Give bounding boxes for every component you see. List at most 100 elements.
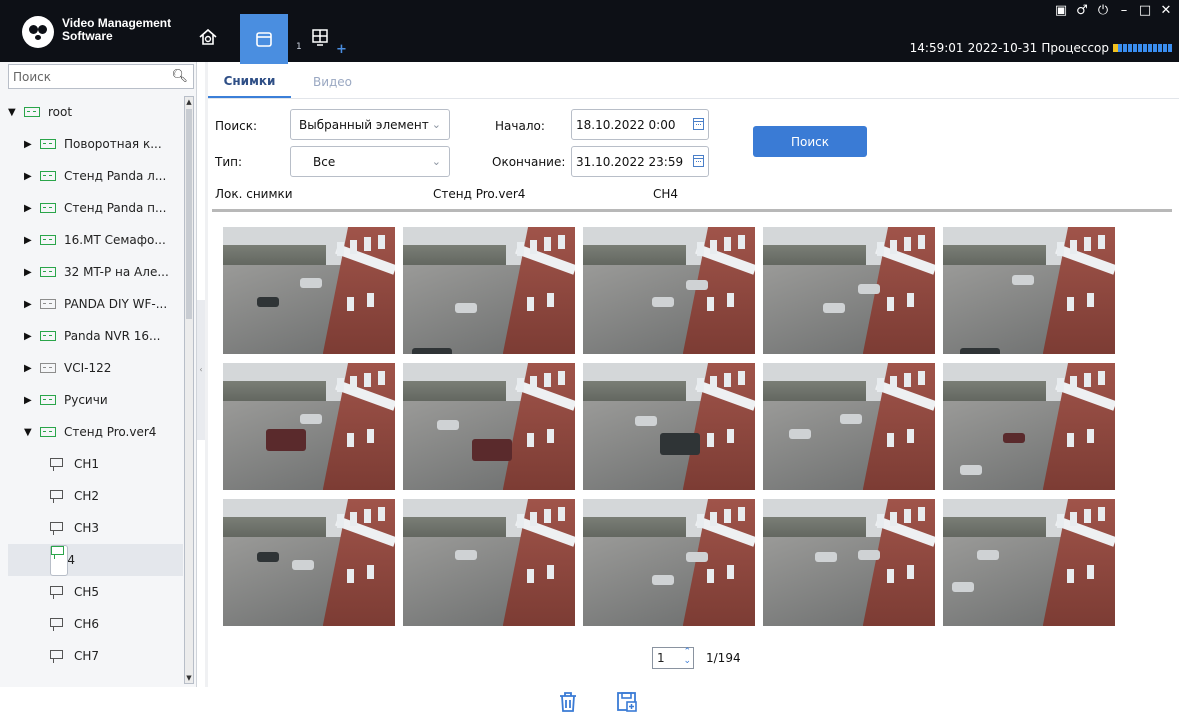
tree-device-item[interactable]: ▶ 16.MT Семафо... (8, 224, 183, 256)
playback-button[interactable] (240, 14, 288, 64)
snapshot-thumbnail[interactable] (223, 227, 395, 354)
tree-item-label: Стенд Panda п... (64, 201, 167, 215)
expand-arrow-icon[interactable]: ▶ (24, 331, 34, 342)
tree-item-label: CH6 (74, 617, 100, 631)
cpu-label: Процессор (1041, 41, 1109, 55)
snapshot-thumbnail[interactable] (403, 363, 575, 490)
save-icon (617, 692, 637, 712)
type-value: Все (313, 154, 336, 169)
search-scope-value: Выбранный элемент (299, 117, 429, 132)
tree-device-item[interactable]: ▼ Стенд Pro.ver4 (8, 416, 183, 448)
tree-item-label: Panda NVR 16... (64, 329, 161, 343)
tree-device-item[interactable]: ▶ Стенд Panda п... (8, 192, 183, 224)
tree-channel-item[interactable]: CH6 (8, 608, 183, 640)
snapshot-thumbnail[interactable] (223, 363, 395, 490)
device-tree: ▼ root ▶ Поворотная к... ▶ Стенд Panda л... ▶ С… (8, 96, 183, 686)
tree-device-item[interactable]: ▶ Стенд Panda л... (8, 160, 183, 192)
snapshot-thumbnail[interactable] (943, 363, 1115, 490)
device-icon (40, 139, 56, 149)
tree-channel-item[interactable]: CH2 (8, 480, 183, 512)
snapshot-thumbnail[interactable] (403, 499, 575, 626)
type-label: Тип: (215, 155, 243, 169)
add-view-button[interactable]: + (336, 42, 347, 57)
snapshot-thumbnail[interactable] (763, 363, 935, 490)
result-source: Лок. снимки (215, 187, 293, 201)
snapshot-thumbnail[interactable] (943, 227, 1115, 354)
snapshot-thumbnail[interactable] (583, 363, 755, 490)
scroll-down-icon[interactable]: ▼ (185, 673, 193, 683)
export-button[interactable] (616, 690, 638, 714)
tree-channel-item[interactable]: CH4 (8, 544, 183, 576)
tree-search-input[interactable] (9, 65, 169, 88)
tabs-divider (208, 98, 1179, 99)
expand-arrow-icon[interactable]: ▶ (24, 203, 34, 214)
tree-device-item[interactable]: ▶ Русичи (8, 384, 183, 416)
end-date-field[interactable]: 31.10.2022 23:59 (571, 146, 709, 177)
bottom-toolbar (0, 687, 1179, 717)
snapshot-thumbnail[interactable] (583, 499, 755, 626)
expand-arrow-icon[interactable]: ▶ (24, 299, 34, 310)
expand-arrow-icon[interactable]: ▶ (24, 395, 34, 406)
start-date-field[interactable]: 18.10.2022 0:00 (571, 109, 709, 140)
tab-video[interactable]: Видео (291, 66, 374, 98)
tree-scrollbar[interactable]: ▲ ▼ (184, 96, 194, 684)
tree-device-item[interactable]: ▶ PANDA DIY WF-... (8, 288, 183, 320)
scroll-up-icon[interactable]: ▲ (185, 97, 193, 107)
page-input[interactable]: 1 ⌃ ⌄ (652, 647, 694, 669)
user-icon[interactable]: ♂ (1075, 3, 1089, 18)
tree-device-item[interactable]: ▼ root (8, 96, 183, 128)
minimize-icon[interactable]: – (1117, 3, 1131, 18)
collapse-arrow-icon[interactable]: ▼ (24, 427, 34, 438)
monitor-icon[interactable]: ▣ (1054, 3, 1068, 18)
tree-item-label: CH1 (74, 457, 100, 471)
power-icon[interactable]: ⏻ (1096, 3, 1110, 18)
result-channel: CH4 (653, 187, 679, 201)
camera-icon (50, 586, 66, 599)
tab-snapshots[interactable]: Снимки (208, 66, 291, 98)
expand-arrow-icon[interactable]: ▶ (24, 363, 34, 374)
sidebar-collapse-handle[interactable]: ‹ (197, 300, 205, 440)
snapshot-thumbnail[interactable] (943, 499, 1115, 626)
tree-channel-item[interactable]: CH1 (8, 448, 183, 480)
calendar-icon[interactable] (693, 155, 704, 167)
snapshot-thumbnail[interactable] (763, 499, 935, 626)
trash-icon (560, 692, 576, 712)
device-icon (40, 395, 56, 405)
expand-arrow-icon[interactable]: ▶ (24, 171, 34, 182)
tree-device-item[interactable]: ▶ Поворотная к... (8, 128, 183, 160)
snapshot-thumbnail[interactable] (223, 499, 395, 626)
type-select[interactable]: Все ⌄ (290, 146, 450, 177)
expand-arrow-icon[interactable]: ▶ (24, 235, 34, 246)
tree-channel-item[interactable]: CH3 (8, 512, 183, 544)
snapshot-thumbnail[interactable] (763, 227, 935, 354)
snapshot-thumbnail[interactable] (583, 227, 755, 354)
home-icon (199, 28, 217, 45)
home-button[interactable] (184, 12, 232, 62)
tree-device-item[interactable]: ▶ Panda NVR 16... (8, 320, 183, 352)
close-icon[interactable]: ✕ (1159, 3, 1173, 18)
clock-time: 14:59:01 (909, 41, 964, 55)
clock-date: 2022-10-31 (967, 41, 1038, 55)
maximize-icon[interactable]: □ (1138, 3, 1152, 18)
page-spinner-icon[interactable]: ⌃ ⌄ (683, 648, 691, 666)
scrollbar-thumb[interactable] (186, 109, 192, 319)
page-current: 1 (657, 651, 665, 665)
delete-button[interactable] (557, 690, 579, 714)
tree-device-item[interactable]: ▶ 32 MT-P на Але... (8, 256, 183, 288)
search-scope-select[interactable]: Выбранный элемент ⌄ (290, 109, 450, 140)
collapse-arrow-icon[interactable]: ▼ (8, 107, 18, 118)
tree-channel-item[interactable]: CH5 (8, 576, 183, 608)
grid-view-icon (312, 29, 328, 46)
tree-device-item[interactable]: ▶ VCI-122 (8, 352, 183, 384)
search-button[interactable]: Поиск (753, 126, 867, 157)
tree-channel-item[interactable]: CH7 (8, 640, 183, 672)
snapshot-thumbnail[interactable] (403, 227, 575, 354)
device-sidebar: 🔍︎ ▼ root ▶ Поворотная к... ▶ Стенд Panda л..… (0, 62, 197, 687)
expand-arrow-icon[interactable]: ▶ (24, 139, 34, 150)
search-icon[interactable]: 🔍︎ (171, 69, 188, 84)
expand-arrow-icon[interactable]: ▶ (24, 267, 34, 278)
mode-tabs: Снимки Видео (208, 66, 374, 98)
tree-item-label: CH5 (74, 585, 100, 599)
calendar-icon[interactable] (693, 118, 704, 130)
device-icon (40, 235, 56, 245)
